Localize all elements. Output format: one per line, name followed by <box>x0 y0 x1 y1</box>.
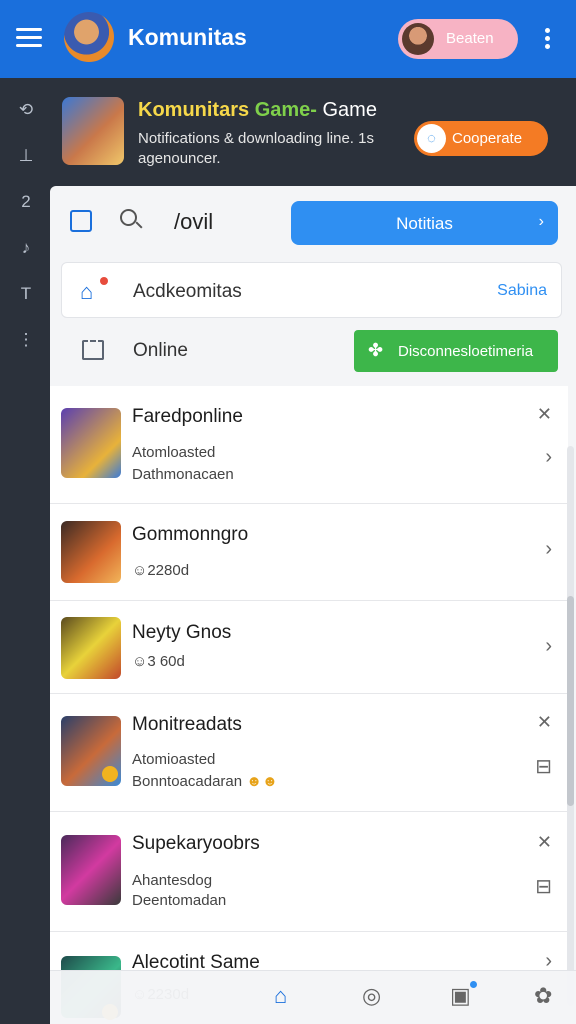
game-thumbnail <box>61 617 121 679</box>
close-icon[interactable]: ✕ <box>537 832 552 853</box>
scrollbar[interactable] <box>567 446 574 1006</box>
disconnect-button-label: Disconnesloetimeria <box>398 343 534 360</box>
list-item[interactable]: Supekaryoobrs Ahantesdog Deentomadan ✕ ⊟ <box>50 812 568 932</box>
item-name: Neyty Gnos <box>132 622 232 643</box>
community-row-link[interactable]: Sabina <box>497 282 547 300</box>
hero-title-part: Game- <box>254 99 317 121</box>
close-icon[interactable]: ✕ <box>537 712 552 733</box>
more-vertical-icon[interactable] <box>541 28 553 50</box>
game-thumbnail <box>61 408 121 478</box>
app-title: Komunitas <box>128 24 247 50</box>
notifications-button[interactable]: Notitias › <box>291 201 558 245</box>
community-row[interactable]: ⌂ Acdkeomitas Sabina <box>61 262 562 318</box>
panel-head-label: /ovil <box>174 209 214 234</box>
bottom-nav: ⌂ ◎ ▣ ✿ <box>50 970 576 1024</box>
list-item[interactable]: Faredponline Atomloasted Dathmonacaen ✕ … <box>50 386 568 504</box>
cooperate-button-label: Cooperate <box>452 130 523 147</box>
item-name: Gommonngro <box>132 524 249 545</box>
item-line-2-text: Bonntoacadaran <box>132 773 243 790</box>
item-line-1: Atomioasted <box>132 751 216 768</box>
item-meta: ☺2280d <box>132 562 189 579</box>
text-tool-icon[interactable]: T <box>14 284 38 304</box>
settings-icon[interactable]: ✿ <box>534 983 552 1009</box>
more-vertical-icon[interactable]: ⋮ <box>14 330 38 350</box>
notifications-button-label: Notitias <box>396 214 453 233</box>
hero-title-part: Game <box>316 99 377 121</box>
up-arrow-icon[interactable]: ⊥ <box>14 146 38 166</box>
item-line-1: Ahantesdog <box>132 872 213 889</box>
chat-icon: ◌ <box>417 124 446 153</box>
emoji-icon: ☺ <box>132 562 148 579</box>
game-list: Faredponline Atomloasted Dathmonacaen ✕ … <box>50 386 568 1024</box>
status-badge <box>102 766 118 782</box>
emoji-icon: ☻☻ <box>246 773 278 790</box>
list-item[interactable]: Monitreadats Atomioasted Bonntoacadaran … <box>50 694 568 812</box>
side-rail: ⟲ ⊥ 2 ♪ T ⋮ <box>0 78 50 1024</box>
online-label: Online <box>133 340 188 361</box>
panel-header: /ovil Notitias › <box>50 186 576 260</box>
game-thumbnail <box>61 521 121 583</box>
game-thumbnail <box>61 835 121 905</box>
minimize-icon[interactable]: ⊟ <box>535 754 552 779</box>
item-line-2: Deentomadan <box>132 892 227 909</box>
community-avatar[interactable] <box>64 12 114 62</box>
music-note-icon[interactable]: ♪ <box>14 238 38 258</box>
item-line-2: Dathmonacaen <box>132 466 234 483</box>
online-row: Online ✤ Disconnesloetimeria <box>50 322 576 380</box>
content-panel: /ovil Notitias › ⌂ Acdkeomitas Sabina On… <box>50 186 576 1024</box>
notification-dot <box>470 981 477 988</box>
location-icon[interactable]: ◎ <box>362 983 381 1009</box>
number-icon[interactable]: 2 <box>14 192 38 212</box>
hero-title-part: Komunitars <box>138 99 255 121</box>
item-line-2: Bonntoacadaran ☻☻ <box>132 773 278 790</box>
refresh-icon[interactable]: ⟲ <box>14 100 38 120</box>
home-icon[interactable]: ⌂ <box>274 983 287 1009</box>
user-pill-label: Beaten <box>446 30 494 47</box>
community-row-label: Acdkeomitas <box>133 281 242 302</box>
hero-subtitle: Notifications & downloading line. 1s age… <box>138 130 374 167</box>
cooperate-button[interactable]: ◌ Cooperate <box>414 121 548 156</box>
app-header: Komunitas Beaten <box>0 0 576 78</box>
menu-icon[interactable] <box>16 28 42 48</box>
item-meta: ☺3 60d <box>132 653 185 670</box>
notification-dot <box>100 277 108 285</box>
item-name: Faredponline <box>132 406 243 427</box>
item-name: Supekaryoobrs <box>132 833 260 854</box>
disconnect-button[interactable]: ✤ Disconnesloetimeria <box>354 330 558 372</box>
compose-icon[interactable] <box>70 210 92 232</box>
user-avatar <box>402 23 434 55</box>
emoji-icon: ☺ <box>132 653 148 670</box>
user-pill-button[interactable]: Beaten <box>398 19 518 59</box>
search-icon[interactable] <box>120 209 143 231</box>
game-cover-image[interactable] <box>62 97 124 165</box>
close-icon[interactable]: ✕ <box>537 404 552 425</box>
chevron-right-icon[interactable]: › <box>545 446 552 469</box>
puzzle-icon: ✤ <box>368 340 384 360</box>
item-line-1: Atomloasted <box>132 444 216 461</box>
item-meta-text: 3 60d <box>147 653 185 670</box>
item-name: Monitreadats <box>132 714 242 735</box>
hero-title: Komunitars Game- Game <box>138 99 377 122</box>
list-item[interactable]: Neyty Gnos ☺3 60d › <box>50 601 568 694</box>
list-item[interactable]: Gommonngro ☺2280d › <box>50 504 568 601</box>
minimize-icon[interactable]: ⊟ <box>535 874 552 899</box>
inbox-icon[interactable]: ▣ <box>450 983 471 1009</box>
chevron-right-icon[interactable]: › <box>545 635 552 658</box>
online-icon <box>82 340 104 360</box>
home-icon: ⌂ <box>80 279 94 304</box>
scrollbar-thumb[interactable] <box>567 596 574 806</box>
chevron-right-icon: › <box>538 213 544 230</box>
item-meta-text: 2280d <box>147 562 190 579</box>
chevron-right-icon[interactable]: › <box>545 538 552 561</box>
